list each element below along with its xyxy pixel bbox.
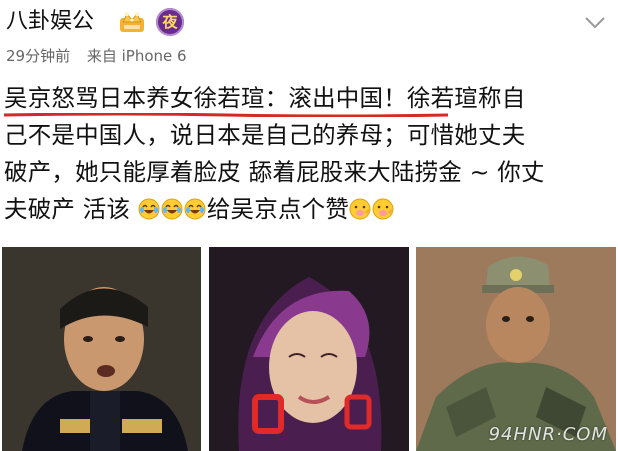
post-line-2: 己不是中国人，说日本是自己的养母；可惜她丈夫 xyxy=(4,121,526,149)
clapping-emoji-icon xyxy=(372,198,394,220)
username[interactable]: 八卦娱公 xyxy=(6,7,94,37)
soldier-illustration xyxy=(416,247,616,451)
post-body: 吴京怒骂日本养女徐若瑄：滚出中国！徐若瑄称自 己不是中国人，说日本是自己的养母；… xyxy=(4,80,614,228)
red-underline-annotation xyxy=(4,113,448,117)
crown-badge-icon[interactable] xyxy=(118,10,146,34)
post-image-grid: 94HNR·COM xyxy=(0,247,618,451)
post-line-4-start: 夫破产 活该 xyxy=(4,195,131,223)
tears-of-joy-emoji-icon xyxy=(138,198,160,220)
post-image-3[interactable]: 94HNR·COM xyxy=(416,247,616,451)
clapping-emoji-icon xyxy=(349,198,371,220)
chevron-down-icon[interactable] xyxy=(582,10,608,34)
post-time: 29分钟前 xyxy=(6,47,71,65)
post-source[interactable]: 来自 iPhone 6 xyxy=(87,47,187,65)
image-watermark: 94HNR·COM xyxy=(488,424,608,445)
tears-of-joy-emoji-icon xyxy=(184,198,206,220)
post-line-4-mid: 给吴京点个赞 xyxy=(206,195,350,223)
man-in-uniform-illustration xyxy=(2,247,201,451)
post-image-1[interactable] xyxy=(2,247,201,451)
tears-of-joy-emoji-icon xyxy=(161,198,183,220)
post-meta: 29分钟前 来自 iPhone 6 xyxy=(6,44,187,68)
woman-with-earrings-illustration xyxy=(209,247,409,451)
post-header: 八卦娱公 夜 xyxy=(6,4,612,44)
post-line-3: 破产，她只能厚着脸皮 舔着屁股来大陆捞金 ~ 你丈 xyxy=(4,158,545,186)
post-line-1: 吴京怒骂日本养女徐若瑄：滚出中国！徐若瑄称自 xyxy=(4,84,526,112)
post-line-4: 夫破产 活该 给吴京点个赞 xyxy=(4,191,614,228)
night-badge-icon[interactable]: 夜 xyxy=(156,8,184,36)
post-image-2[interactable] xyxy=(209,247,409,451)
